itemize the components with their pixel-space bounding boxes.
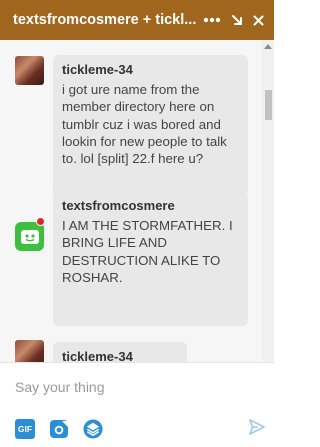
gif-label: GIF: [17, 424, 33, 434]
chat-title: textsfromcosmere + tickl...: [13, 12, 197, 28]
sender-name[interactable]: tickleme-34: [62, 349, 178, 362]
scrollbar[interactable]: [262, 40, 274, 362]
scroll-up-icon[interactable]: [264, 44, 272, 49]
chat-header: textsfromcosmere + tickl...: [0, 0, 274, 40]
message-input[interactable]: [15, 377, 255, 397]
stack-icon[interactable]: [83, 419, 103, 439]
message-thread[interactable]: tickleme-34 i got ure name from the memb…: [0, 40, 274, 362]
sender-name[interactable]: tickleme-34: [62, 62, 239, 77]
notification-dot: [36, 217, 45, 226]
message-bubble: tickleme-34 i got ure name from the memb…: [53, 55, 248, 196]
message-bubble: tickleme-34: [53, 342, 187, 362]
camera-icon[interactable]: [49, 419, 69, 439]
close-icon[interactable]: [253, 15, 264, 26]
avatar[interactable]: [15, 222, 44, 251]
scrollbar-thumb[interactable]: [265, 90, 272, 120]
message-text: i got ure name from the member directory…: [62, 82, 227, 167]
gif-icon[interactable]: GIF: [15, 419, 35, 439]
avatar[interactable]: [15, 56, 44, 85]
ellipsis-icon[interactable]: [203, 17, 221, 23]
message-bubble: textsfromcosmere I AM THE STORMFATHER. I…: [53, 191, 248, 326]
arrow-down-right-icon[interactable]: [231, 14, 243, 26]
composer: GIF: [0, 362, 274, 447]
bot-face-icon: [20, 229, 39, 244]
message-text: I AM THE STORMFATHER. I BRING LIFE AND D…: [62, 218, 233, 285]
sender-name[interactable]: textsfromcosmere: [62, 198, 239, 213]
avatar[interactable]: [15, 340, 44, 362]
send-icon[interactable]: [248, 418, 266, 436]
